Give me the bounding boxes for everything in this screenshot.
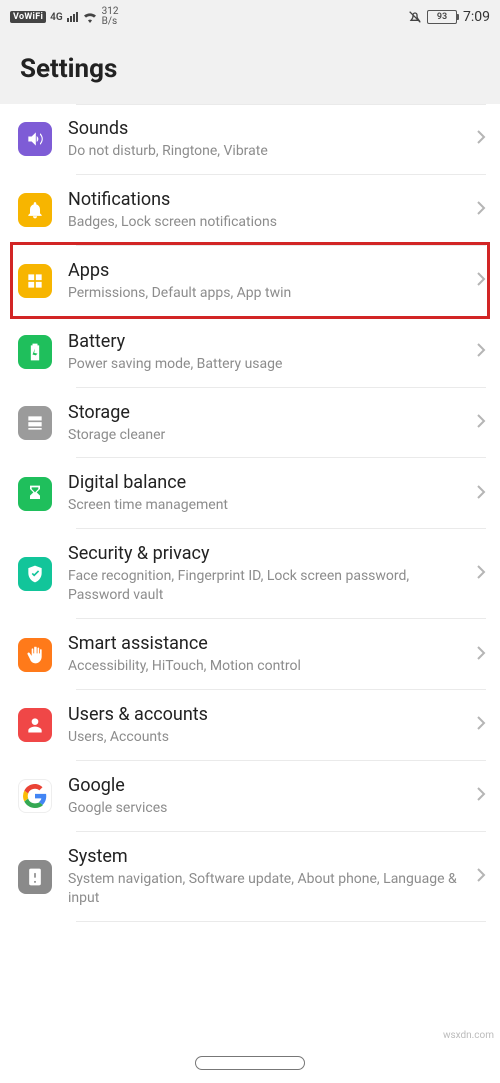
bell-icon — [18, 193, 52, 227]
row-body: Notifications Badges, Lock screen notific… — [68, 189, 460, 232]
row-subtitle: Face recognition, Fingerprint ID, Lock s… — [68, 567, 460, 605]
settings-row-storage[interactable]: Storage Storage cleaner — [0, 388, 500, 459]
mute-icon — [407, 9, 423, 25]
chevron-right-icon — [476, 645, 486, 665]
page-title: Settings — [20, 54, 480, 84]
vowifi-badge: VoWiFi — [10, 11, 46, 23]
chevron-right-icon — [476, 200, 486, 220]
settings-row-battery[interactable]: Battery Power saving mode, Battery usage — [0, 317, 500, 388]
settings-row-security[interactable]: Security & privacy Face recognition, Fing… — [0, 529, 500, 619]
row-subtitle: Accessibility, HiTouch, Motion control — [68, 657, 460, 676]
hourglass-icon — [18, 477, 52, 511]
hand-icon — [18, 638, 52, 672]
row-subtitle: Permissions, Default apps, App twin — [68, 284, 460, 303]
row-title: Digital balance — [68, 472, 460, 493]
watermark: wsxdn.com — [443, 1030, 494, 1041]
battery-percent: 93 — [427, 10, 457, 24]
row-body: Security & privacy Face recognition, Fing… — [68, 543, 460, 605]
network-rate-unit: B/s — [102, 17, 119, 27]
gesture-pill[interactable] — [195, 1056, 305, 1070]
settings-row-sounds[interactable]: Sounds Do not disturb, Ringtone, Vibrate — [0, 104, 500, 175]
status-left: VoWiFi 4G 312 B/s — [10, 7, 119, 27]
clock: 7:09 — [463, 9, 490, 25]
row-subtitle: Google services — [68, 799, 460, 818]
user-icon — [18, 708, 52, 742]
row-title: Sounds — [68, 118, 460, 139]
storage-icon — [18, 406, 52, 440]
settings-row-smart[interactable]: Smart assistance Accessibility, HiTouch, … — [0, 619, 500, 690]
row-body: Users & accounts Users, Accounts — [68, 704, 460, 747]
battery-icon — [18, 335, 52, 369]
wifi-icon — [82, 11, 98, 23]
navigation-bar — [0, 1043, 500, 1083]
row-body: System System navigation, Software update… — [68, 846, 460, 908]
row-title: Users & accounts — [68, 704, 460, 725]
row-title: Notifications — [68, 189, 460, 210]
row-subtitle: Screen time management — [68, 496, 460, 515]
row-body: Storage Storage cleaner — [68, 402, 460, 445]
settings-row-notifications[interactable]: Notifications Badges, Lock screen notific… — [0, 175, 500, 246]
row-body: Smart assistance Accessibility, HiTouch, … — [68, 633, 460, 676]
status-right: 93 7:09 — [407, 9, 490, 25]
shield-icon — [18, 557, 52, 591]
settings-row-digital[interactable]: Digital balance Screen time management — [0, 458, 500, 529]
sounds-icon — [18, 122, 52, 156]
status-bar: VoWiFi 4G 312 B/s 93 7:09 — [0, 0, 500, 34]
chevron-right-icon — [476, 484, 486, 504]
row-subtitle: Power saving mode, Battery usage — [68, 355, 460, 374]
row-title: Apps — [68, 260, 460, 281]
row-subtitle: Users, Accounts — [68, 728, 460, 747]
chevron-right-icon — [476, 342, 486, 362]
row-subtitle: Storage cleaner — [68, 426, 460, 445]
system-icon — [18, 860, 52, 894]
row-body: Google Google services — [68, 775, 460, 818]
settings-row-apps[interactable]: Apps Permissions, Default apps, App twin — [0, 246, 500, 317]
row-body: Apps Permissions, Default apps, App twin — [68, 260, 460, 303]
row-title: Google — [68, 775, 460, 796]
chevron-right-icon — [476, 271, 486, 291]
apps-icon — [18, 264, 52, 298]
chevron-right-icon — [476, 413, 486, 433]
row-subtitle: System navigation, Software update, Abou… — [68, 870, 460, 908]
network-gen-label: 4G — [50, 12, 63, 23]
row-subtitle: Badges, Lock screen notifications — [68, 213, 460, 232]
chevron-right-icon — [476, 715, 486, 735]
settings-row-system[interactable]: System System navigation, Software update… — [0, 832, 500, 922]
row-subtitle: Do not disturb, Ringtone, Vibrate — [68, 142, 460, 161]
google-icon — [18, 779, 52, 813]
chevron-right-icon — [476, 564, 486, 584]
row-title: Storage — [68, 402, 460, 423]
signal-icon — [67, 12, 78, 22]
settings-row-google[interactable]: Google Google services — [0, 761, 500, 832]
settings-row-users[interactable]: Users & accounts Users, Accounts — [0, 690, 500, 761]
row-title: Security & privacy — [68, 543, 460, 564]
network-rate: 312 B/s — [102, 7, 119, 27]
settings-header: Settings — [0, 34, 500, 104]
row-body: Sounds Do not disturb, Ringtone, Vibrate — [68, 118, 460, 161]
row-title: Smart assistance — [68, 633, 460, 654]
chevron-right-icon — [476, 129, 486, 149]
row-title: System — [68, 846, 460, 867]
row-body: Digital balance Screen time management — [68, 472, 460, 515]
chevron-right-icon — [476, 786, 486, 806]
divider — [76, 921, 486, 922]
chevron-right-icon — [476, 867, 486, 887]
settings-list[interactable]: Sounds Do not disturb, Ringtone, Vibrate N… — [0, 104, 500, 922]
battery-indicator: 93 — [427, 10, 457, 24]
row-body: Battery Power saving mode, Battery usage — [68, 331, 460, 374]
row-title: Battery — [68, 331, 460, 352]
